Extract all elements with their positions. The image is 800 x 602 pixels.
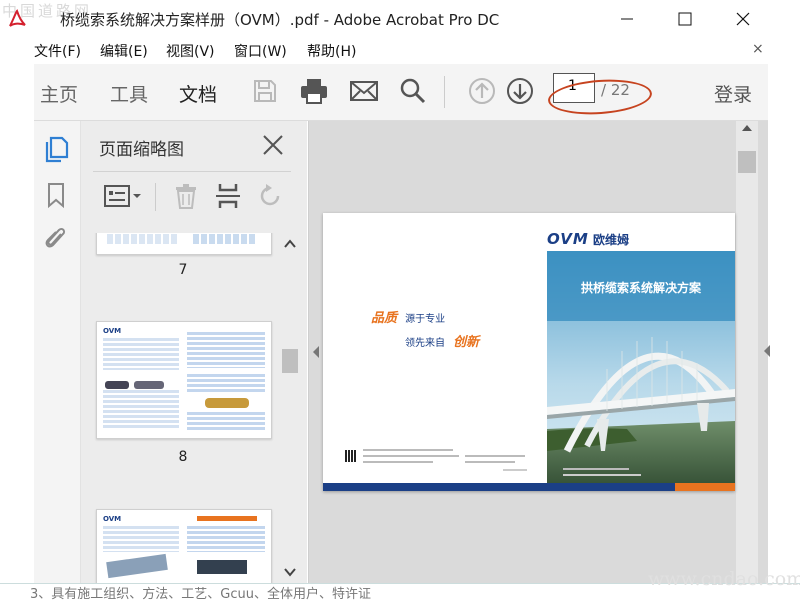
thumbnails-scrollbar[interactable] [281, 233, 299, 583]
mail-button[interactable] [347, 74, 381, 108]
collapse-left-pane-icon[interactable] [311, 345, 321, 359]
print-button[interactable] [297, 74, 331, 108]
contact-line [363, 449, 453, 451]
attachment-icon [45, 227, 66, 248]
delete-page-button[interactable] [169, 179, 203, 213]
scroll-up-icon [284, 239, 296, 248]
thumbnail-logo: OVM [103, 515, 122, 523]
sign-in-link[interactable]: 登录 [714, 80, 752, 107]
thumbnail-page-7[interactable] [96, 233, 272, 255]
thumbnail-logo: OVM [103, 327, 122, 335]
search-icon [400, 78, 426, 104]
tab-document[interactable]: 文档 [179, 80, 218, 126]
print-icon [301, 79, 327, 104]
acrobat-app-icon [6, 8, 28, 30]
page-options-button[interactable] [101, 179, 145, 213]
minimize-button[interactable] [598, 0, 656, 38]
close-panel-button[interactable] [261, 133, 285, 157]
close-icon [263, 135, 283, 155]
thumbnail-page-8[interactable]: OVM [96, 321, 272, 439]
menu-file[interactable]: 文件(F) [34, 41, 81, 61]
watermark-right: www.cndao.com [648, 568, 800, 590]
tab-tools[interactable]: 工具 [110, 80, 148, 107]
menu-edit[interactable]: 编辑(E) [100, 41, 148, 61]
crop-icon [216, 184, 240, 208]
background-text: 3、具有施工组织、方法、工艺、Gcuu、全体用户、特许证 [30, 587, 371, 602]
page-down-icon [507, 78, 533, 104]
delete-icon [176, 184, 196, 209]
toolbar-separator [444, 76, 445, 108]
slogan-emphasis-1: 品质 [371, 311, 398, 326]
contact-line [503, 469, 527, 471]
close-window-button[interactable] [714, 0, 772, 38]
rotate-icon [260, 184, 280, 206]
mail-icon [350, 81, 378, 101]
page-options-icon [104, 185, 141, 207]
panel-toolbar-separator [155, 183, 156, 211]
maximize-icon [678, 12, 692, 26]
slogan-line-1: 品质 源于专业 [371, 307, 445, 326]
scroll-up-icon [742, 125, 752, 131]
company-name-en [563, 474, 641, 476]
menu-bar: 文件(F) 编辑(E) 视图(V) 窗口(W) 帮助(H) [0, 38, 780, 62]
brand-logo-cn: 欧维姆 [593, 233, 630, 247]
rotate-page-button[interactable] [253, 179, 287, 213]
window-title: 桥缆索系统解决方案样册（OVM）.pdf - Adobe Acrobat Pro… [60, 11, 500, 29]
bookmarks-button[interactable] [38, 177, 74, 213]
close-document-button[interactable]: × [752, 41, 764, 57]
next-page-button[interactable] [503, 74, 537, 108]
page-thumbnails-icon [45, 136, 69, 163]
brochure-title: 拱桥缆索系统解决方案 [580, 281, 701, 295]
slogan-text-1: 源于专业 [405, 314, 446, 325]
crop-page-button[interactable] [211, 179, 245, 213]
panel-divider [93, 171, 291, 172]
right-pane [764, 64, 800, 583]
menu-help[interactable]: 帮助(H) [307, 41, 356, 61]
contact-line [465, 455, 525, 457]
scroll-thumb[interactable] [738, 151, 756, 173]
bookmark-icon [48, 183, 64, 209]
footer-accent [675, 483, 735, 491]
thumbnail-page-9[interactable]: OVM [96, 509, 272, 583]
document-scrollbar[interactable] [736, 121, 758, 583]
menu-view[interactable]: 视图(V) [166, 41, 215, 61]
pdf-page: OVM 欧维姆 拱桥缆索系统解决方案 品质 源于专业 领先来自 创新 [323, 213, 735, 491]
contact-line [363, 461, 433, 463]
close-icon [736, 12, 750, 26]
minimize-icon [621, 18, 633, 20]
search-button[interactable] [396, 74, 430, 108]
slogan-text-2: 领先来自 [405, 338, 445, 349]
thumbnails-panel: 页面缩略图 7 OVM 8 OVM [81, 121, 307, 583]
maximize-button[interactable] [656, 0, 714, 38]
contact-line [363, 455, 459, 457]
menu-window[interactable]: 窗口(W) [234, 41, 287, 61]
company-name [563, 468, 629, 470]
brand-logo: OVM [547, 230, 589, 248]
scroll-down-icon [284, 568, 296, 577]
contact-line [465, 461, 515, 463]
footer-bar [323, 483, 675, 491]
slogan-emphasis-2: 创新 [453, 335, 480, 350]
page-thumbnails-button[interactable] [38, 131, 74, 167]
attachments-button[interactable] [38, 221, 74, 257]
tab-home[interactable]: 主页 [40, 80, 78, 107]
thumbnails-panel-title: 页面缩略图 [99, 140, 184, 160]
expand-right-pane-icon[interactable] [762, 344, 772, 358]
slogan-line-2: 领先来自 创新 [405, 331, 479, 350]
previous-page-button[interactable] [465, 74, 499, 108]
qr-code [345, 450, 357, 462]
thumbnail-page-number: 7 [178, 262, 188, 278]
thumbnail-page-number: 8 [178, 449, 188, 465]
page-up-icon [469, 78, 495, 104]
navigation-pane [34, 121, 81, 583]
thumbnails-list: 7 OVM 8 OVM [81, 233, 281, 583]
toolbar: 主页 工具 文档 1 / 22 登录 [34, 64, 768, 126]
save-button[interactable] [248, 74, 282, 108]
scroll-thumb[interactable] [282, 349, 298, 373]
save-icon [254, 80, 276, 102]
